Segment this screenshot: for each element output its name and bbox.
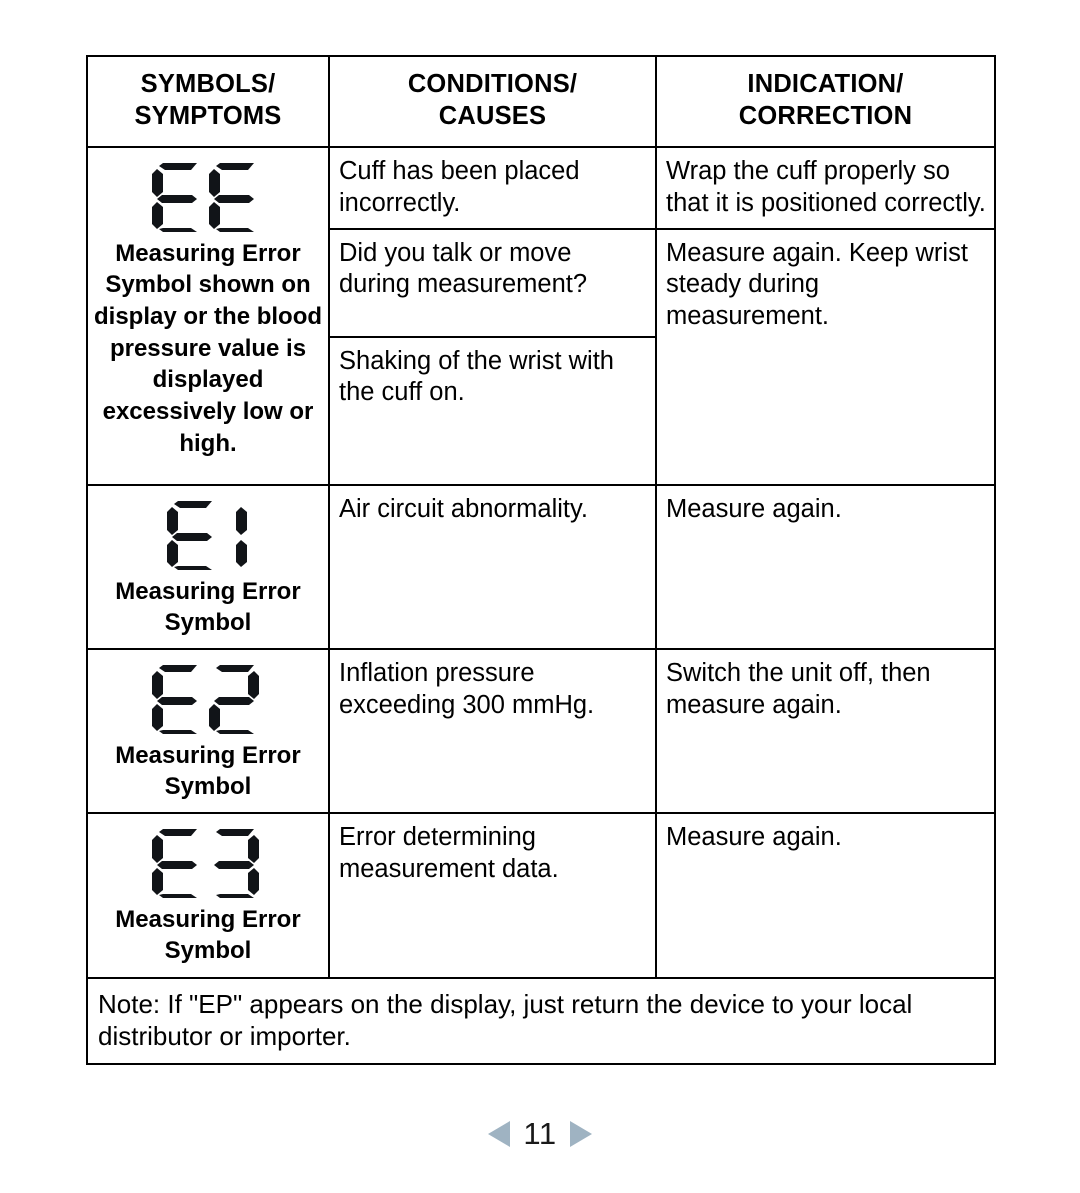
lcd-symbol-e1-icon xyxy=(167,500,247,570)
lcd-symbol-e3-icon xyxy=(152,829,259,899)
manual-page: SYMBOLS/ SYMPTOMS CONDITIONS/ CAUSES IND… xyxy=(0,0,1080,1193)
table-header-row: SYMBOLS/ SYMPTOMS CONDITIONS/ CAUSES IND… xyxy=(86,55,996,148)
cause-cell-e2: Inflation pressure exceeding 300 mmHg. xyxy=(328,647,657,815)
correction-cell-e3: Measure again. xyxy=(655,812,996,979)
table-row-e3: Measuring Error Symbol Error determining… xyxy=(86,812,996,979)
cause-subrow-talk-move: Did you talk or move during measurement? xyxy=(330,229,655,338)
symbol-caption-e3: Measuring Error Symbol xyxy=(115,906,301,965)
lcd-symbol-e2-icon xyxy=(152,664,259,734)
cause-cell-e1: Air circuit abnormality. xyxy=(328,483,657,650)
table-row-ee: Measuring Error Symbol shown on display … xyxy=(86,145,996,486)
symbol-cell-e3: Measuring Error Symbol xyxy=(86,812,330,979)
symbol-cell-e2: Measuring Error Symbol xyxy=(86,647,330,815)
column-header-symbols: SYMBOLS/ SYMPTOMS xyxy=(86,55,330,148)
symbol-caption-e2: Measuring Error Symbol xyxy=(115,741,301,801)
symbol-caption-e1: Measuring Error Symbol xyxy=(115,577,301,636)
table-row-e1: Measuring Error Symbol Air circuit abnor… xyxy=(86,483,996,650)
column-header-conditions-line1: CONDITIONS/ xyxy=(407,70,578,98)
symbol-caption-ee: Measuring Error Symbol shown on display … xyxy=(94,239,323,457)
column-header-symbols-line2: SYMPTOMS xyxy=(134,102,282,131)
cause-cell-e3: Error determining measurement data. xyxy=(328,812,657,979)
cause-cell-ee-2a: Did you talk or move during measurement? xyxy=(330,229,655,338)
column-header-conditions-line2: CAUSES xyxy=(438,102,547,131)
correction-cell-ee-1: Wrap the cuff properly so that it is pos… xyxy=(655,145,996,230)
column-header-indication: INDICATION/ CORRECTION xyxy=(655,55,996,148)
symbol-cell-ee: Measuring Error Symbol shown on display … xyxy=(86,145,330,486)
cause-subrow-shaking: Shaking of the wrist with the cuff on. xyxy=(330,336,655,484)
cause-cell-ee-1: Cuff has been placed incorrectly. xyxy=(328,145,657,230)
column-header-indication-line2: CORRECTION xyxy=(738,102,913,131)
correction-cell-e1: Measure again. xyxy=(655,483,996,650)
correction-cell-ee-2: Measure again. Keep wrist steady during … xyxy=(655,227,996,486)
triangle-left-icon[interactable] xyxy=(488,1120,511,1147)
lcd-symbol-ee-icon xyxy=(152,162,254,232)
correction-cell-e2: Switch the unit off, then measure again. xyxy=(655,647,996,815)
cause-subtable-ee: Did you talk or move during measurement?… xyxy=(330,229,655,484)
page-number: 11 xyxy=(523,1116,557,1151)
column-header-indication-line1: INDICATION/ xyxy=(747,70,904,98)
symbol-cell-e1: Measuring Error Symbol xyxy=(86,483,330,650)
cause-cell-ee-2-group: Did you talk or move during measurement?… xyxy=(328,227,657,486)
column-header-conditions: CONDITIONS/ CAUSES xyxy=(328,55,657,148)
triangle-right-icon[interactable] xyxy=(569,1120,592,1147)
column-header-symbols-line1: SYMBOLS/ xyxy=(140,70,276,98)
table-row-e2: Measuring Error Symbol Inflation pressur… xyxy=(86,647,996,815)
troubleshooting-table: SYMBOLS/ SYMPTOMS CONDITIONS/ CAUSES IND… xyxy=(86,55,996,1066)
note-cell: Note: If "EP" appears on the display, ju… xyxy=(86,976,996,1066)
cause-cell-ee-2b: Shaking of the wrist with the cuff on. xyxy=(330,336,655,484)
page-navigation: 11 xyxy=(0,1118,1080,1149)
table-row-note: Note: If "EP" appears on the display, ju… xyxy=(86,976,996,1066)
